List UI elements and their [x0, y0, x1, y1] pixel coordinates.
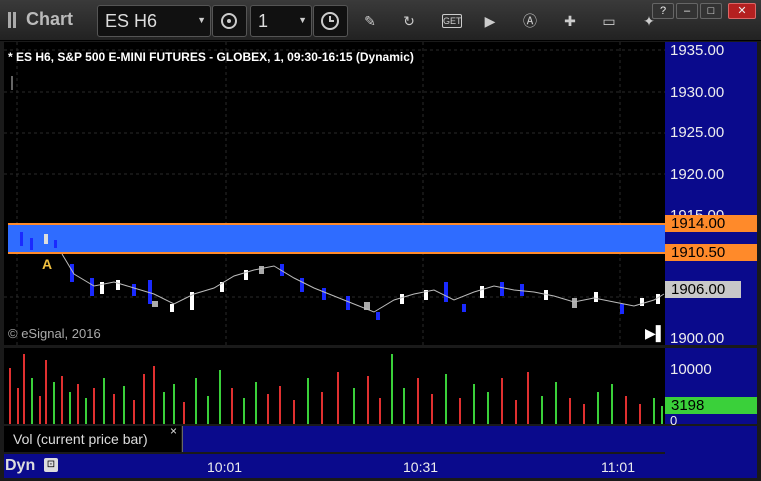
candle	[54, 240, 57, 248]
maximize-button[interactable]: □	[700, 3, 722, 19]
tools-icon[interactable]: ✚	[561, 12, 579, 30]
settings-button[interactable]	[212, 5, 247, 37]
gear-icon	[221, 13, 237, 29]
candle	[462, 304, 466, 312]
time-tick: 11:01	[601, 459, 635, 475]
candle	[400, 294, 404, 304]
symbol-input[interactable]: ES H6 ▼	[97, 5, 211, 37]
get-icon[interactable]: GET	[442, 14, 462, 28]
close-button[interactable]: ✕	[728, 3, 756, 19]
candle	[300, 278, 304, 292]
chart-title: * ES H6, S&P 500 E-MINI FUTURES - GLOBEX…	[8, 50, 414, 64]
chevron-down-icon[interactable]: ▼	[197, 15, 206, 25]
candle	[640, 298, 644, 306]
candle	[152, 301, 158, 307]
time-template-button[interactable]	[313, 5, 348, 37]
price-band	[8, 224, 665, 253]
time-tick: 10:01	[207, 459, 243, 475]
price-chart	[4, 42, 665, 345]
upper-price-tag: 1914.00	[665, 215, 757, 232]
volume-study-label[interactable]: Vol (current price bar)	[4, 426, 181, 452]
pencil-icon[interactable]: ✎	[361, 12, 379, 30]
axis-corner	[665, 426, 757, 478]
lower-price-tag: 1910.50	[665, 244, 757, 261]
volume-plot[interactable]	[4, 348, 665, 424]
volume-study-title: Vol (current price bar)	[13, 431, 148, 447]
scroll-to-end-icon[interactable]: ▶▌	[645, 325, 666, 342]
volume-chart	[9, 354, 663, 424]
volume-tick: 10000	[670, 361, 712, 378]
price-tick: 1920.00	[670, 166, 725, 183]
close-icon[interactable]: ×	[170, 424, 177, 438]
candle	[444, 282, 448, 302]
price-tick: 1900.00	[670, 330, 725, 347]
volume-strip	[182, 426, 666, 452]
candle	[500, 282, 504, 296]
candle	[132, 284, 136, 296]
candle	[30, 238, 33, 250]
candle	[90, 278, 94, 296]
price-tick: 1930.00	[670, 84, 725, 101]
price-plot[interactable]	[4, 42, 665, 345]
candle	[259, 266, 264, 274]
interval-value: 1	[258, 11, 269, 31]
watermark: © eSignal, 2016	[8, 326, 101, 341]
dynamic-mode-label[interactable]: Dyn	[5, 457, 35, 475]
chevron-down-icon[interactable]: ▼	[298, 15, 307, 25]
candle	[620, 304, 624, 314]
candle	[572, 298, 577, 308]
candle	[520, 284, 524, 296]
candle	[20, 232, 23, 246]
time-axis[interactable]	[4, 454, 665, 478]
help-button[interactable]: ?	[652, 3, 674, 19]
candle	[376, 312, 380, 320]
refresh-icon[interactable]: ↻	[400, 12, 418, 30]
volume-current-tag: 3198	[665, 397, 757, 414]
time-tick: 10:31	[403, 459, 439, 475]
candle	[322, 288, 326, 300]
minimize-button[interactable]: –	[676, 3, 698, 19]
lock-icon[interactable]: ⊡	[44, 458, 58, 472]
comment-icon[interactable]: ▭	[600, 12, 618, 30]
price-tick: 1935.00	[670, 42, 725, 59]
clock-icon	[321, 12, 339, 30]
drag-handle-icon[interactable]	[8, 12, 20, 28]
candle	[346, 296, 350, 310]
marker-label[interactable]: A	[42, 256, 52, 272]
price-tick: 1925.00	[670, 124, 725, 141]
window-title: Chart	[26, 9, 74, 29]
candle	[170, 304, 174, 312]
candle	[594, 292, 598, 302]
interval-input[interactable]: 1 ▼	[250, 5, 312, 37]
candle	[116, 280, 120, 290]
last-price-tag: 1906.00	[665, 281, 741, 298]
candle	[44, 234, 48, 244]
symbol-value: ES H6	[105, 11, 158, 31]
play-icon[interactable]: ▶	[481, 12, 499, 30]
candle	[480, 286, 484, 298]
alert-icon[interactable]: Ⓐ	[521, 12, 539, 30]
